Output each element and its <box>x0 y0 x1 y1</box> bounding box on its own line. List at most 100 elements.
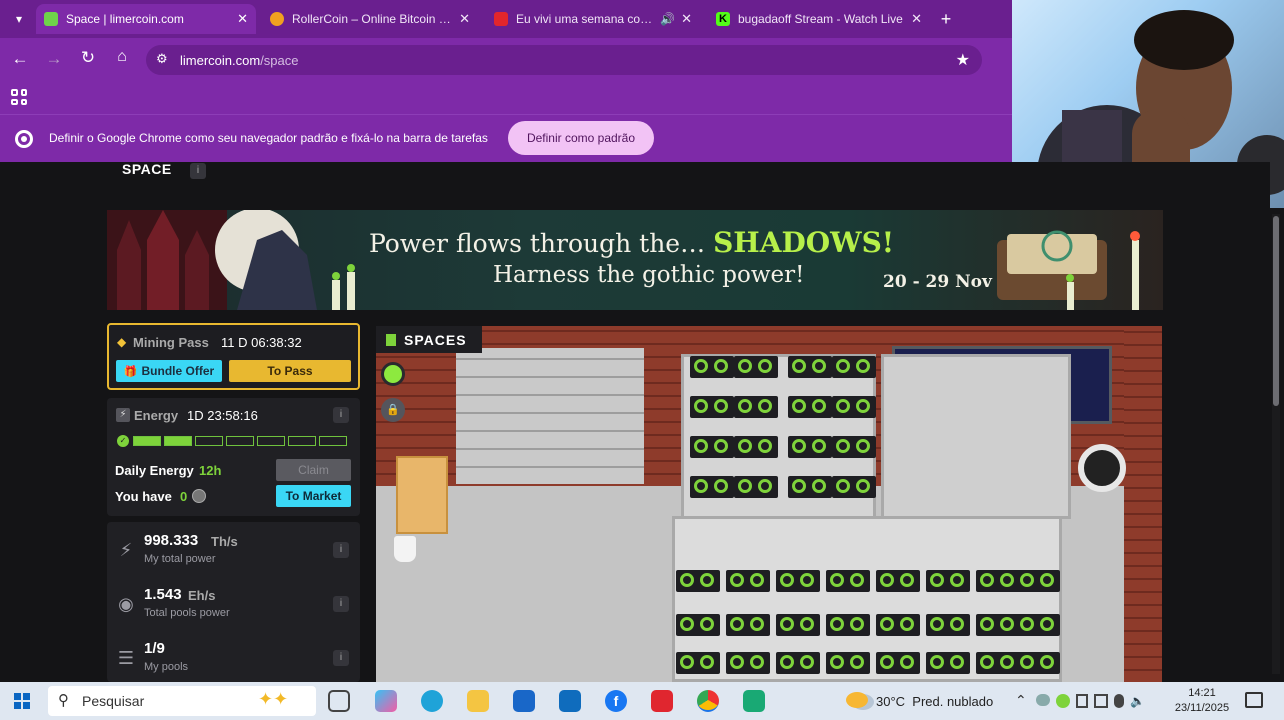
new-tab-plus-icon[interactable]: + <box>936 9 956 29</box>
stat-info-icon[interactable]: i <box>333 596 349 612</box>
tab-rollercoin[interactable]: RollerCoin – Online Bitcoin Min ✕ <box>262 4 478 34</box>
miner-unit[interactable] <box>690 356 734 378</box>
title-info-icon[interactable]: i <box>190 163 206 179</box>
active-room-dot[interactable] <box>381 362 405 386</box>
event-banner[interactable]: Power flows through the… SHADOWS! Harnes… <box>107 210 1163 310</box>
spaces-tab[interactable]: SPACES <box>376 326 482 353</box>
miner-unit[interactable] <box>976 570 1020 592</box>
miner-unit[interactable] <box>832 396 876 418</box>
bookmark-star-icon[interactable]: ★ <box>956 50 970 70</box>
bundle-offer-button[interactable]: 🎁 Bundle Offer <box>116 360 222 382</box>
to-market-button[interactable]: To Market <box>276 485 351 507</box>
miner-unit[interactable] <box>776 652 820 674</box>
miner-unit[interactable] <box>690 476 734 498</box>
fan-icon <box>700 573 714 587</box>
tab-search-chevron-icon[interactable]: ▾ <box>10 10 28 28</box>
site-settings-icon[interactable]: ⚙ <box>156 51 168 67</box>
miner-unit[interactable] <box>876 570 920 592</box>
miner-unit[interactable] <box>826 652 870 674</box>
miner-unit[interactable] <box>734 396 778 418</box>
speaker-icon[interactable]: 🔊 <box>660 12 675 26</box>
miner-unit[interactable] <box>1016 614 1060 636</box>
tray-chevron-icon[interactable]: ⌃ <box>1015 692 1027 709</box>
forward-arrow-icon[interactable]: → <box>44 49 64 69</box>
chrome-icon[interactable] <box>697 690 719 712</box>
game-app-icon[interactable] <box>743 690 765 712</box>
claim-button[interactable]: Claim <box>276 459 351 481</box>
close-tab-icon[interactable]: ✕ <box>681 11 692 27</box>
usb-icon[interactable] <box>1076 694 1088 708</box>
miner-unit[interactable] <box>788 476 832 498</box>
task-view-icon[interactable] <box>328 690 350 712</box>
miner-unit[interactable] <box>734 356 778 378</box>
copilot-icon[interactable] <box>375 690 397 712</box>
lock-icon[interactable]: 🔒 <box>381 398 405 422</box>
taskbar-search[interactable]: ⚲ Pesquisar ✦✦ <box>48 686 316 716</box>
notification-icon[interactable] <box>1245 692 1263 708</box>
store-icon[interactable] <box>513 690 535 712</box>
facebook-icon[interactable]: f <box>605 690 627 712</box>
stat-info-icon[interactable]: i <box>333 650 349 666</box>
miner-unit[interactable] <box>832 436 876 458</box>
miner-unit[interactable] <box>926 652 970 674</box>
volume-icon[interactable]: 🔈 <box>1130 694 1145 708</box>
miner-unit[interactable] <box>926 614 970 636</box>
miner-unit[interactable] <box>826 570 870 592</box>
tab-space[interactable]: Space | limercoin.com ✕ <box>36 4 256 34</box>
miner-unit[interactable] <box>1016 652 1060 674</box>
miner-unit[interactable] <box>876 652 920 674</box>
miner-unit[interactable] <box>826 614 870 636</box>
network-icon[interactable] <box>1094 694 1108 708</box>
miner-unit[interactable] <box>690 396 734 418</box>
windows-start-icon[interactable] <box>14 693 30 709</box>
miner-unit[interactable] <box>734 476 778 498</box>
miner-unit[interactable] <box>734 436 778 458</box>
close-tab-icon[interactable]: ✕ <box>237 11 248 27</box>
file-explorer-icon[interactable] <box>467 690 489 712</box>
back-arrow-icon[interactable]: ← <box>10 49 30 69</box>
miner-unit[interactable] <box>926 570 970 592</box>
miner-unit[interactable] <box>1016 570 1060 592</box>
set-default-button[interactable]: Definir como padrão <box>508 121 654 155</box>
miner-unit[interactable] <box>788 436 832 458</box>
address-bar[interactable]: ⚙ limercoin.com/space ★ <box>146 45 982 75</box>
miner-unit[interactable] <box>676 652 720 674</box>
miner-unit[interactable] <box>776 570 820 592</box>
miner-unit[interactable] <box>788 396 832 418</box>
close-tab-icon[interactable]: ✕ <box>459 11 470 27</box>
home-icon[interactable]: ⌂ <box>112 48 132 68</box>
miner-unit[interactable] <box>776 614 820 636</box>
miner-unit[interactable] <box>726 570 770 592</box>
page-scrollbar[interactable] <box>1272 214 1280 674</box>
weather-text[interactable]: 30°C Pred. nublado <box>876 694 993 709</box>
miner-unit[interactable] <box>788 356 832 378</box>
to-pass-button[interactable]: To Pass <box>229 360 351 382</box>
wps-icon[interactable] <box>651 690 673 712</box>
miner-unit[interactable] <box>676 570 720 592</box>
tab-kick[interactable]: K bugadaoff Stream - Watch Live ✕ <box>708 4 930 34</box>
miner-unit[interactable] <box>976 614 1020 636</box>
mining-room[interactable] <box>376 326 1162 682</box>
energy-info-icon[interactable]: i <box>333 407 349 423</box>
close-tab-icon[interactable]: ✕ <box>911 11 922 27</box>
mic-icon[interactable] <box>1114 694 1124 708</box>
miner-unit[interactable] <box>876 614 920 636</box>
clock[interactable]: 14:21 23/11/2025 <box>1170 686 1234 716</box>
miner-unit[interactable] <box>976 652 1020 674</box>
onedrive-icon[interactable] <box>1036 694 1050 706</box>
apps-grid-icon[interactable] <box>11 89 27 105</box>
outlook-icon[interactable] <box>559 690 581 712</box>
tab-youtube[interactable]: Eu vivi uma semana como u 🔊 ✕ <box>486 4 700 34</box>
miner-unit[interactable] <box>832 476 876 498</box>
stat-info-icon[interactable]: i <box>333 542 349 558</box>
edge-icon[interactable] <box>421 690 443 712</box>
miner-unit[interactable] <box>726 652 770 674</box>
miner-unit[interactable] <box>832 356 876 378</box>
miner-unit[interactable] <box>676 614 720 636</box>
miner-unit[interactable] <box>726 614 770 636</box>
scrollbar-thumb[interactable] <box>1273 216 1279 406</box>
reload-icon[interactable]: ↻ <box>78 48 98 68</box>
miner-unit[interactable] <box>690 436 734 458</box>
app-tray-icon[interactable] <box>1056 694 1070 708</box>
settings-wheel-icon[interactable] <box>1078 444 1126 492</box>
